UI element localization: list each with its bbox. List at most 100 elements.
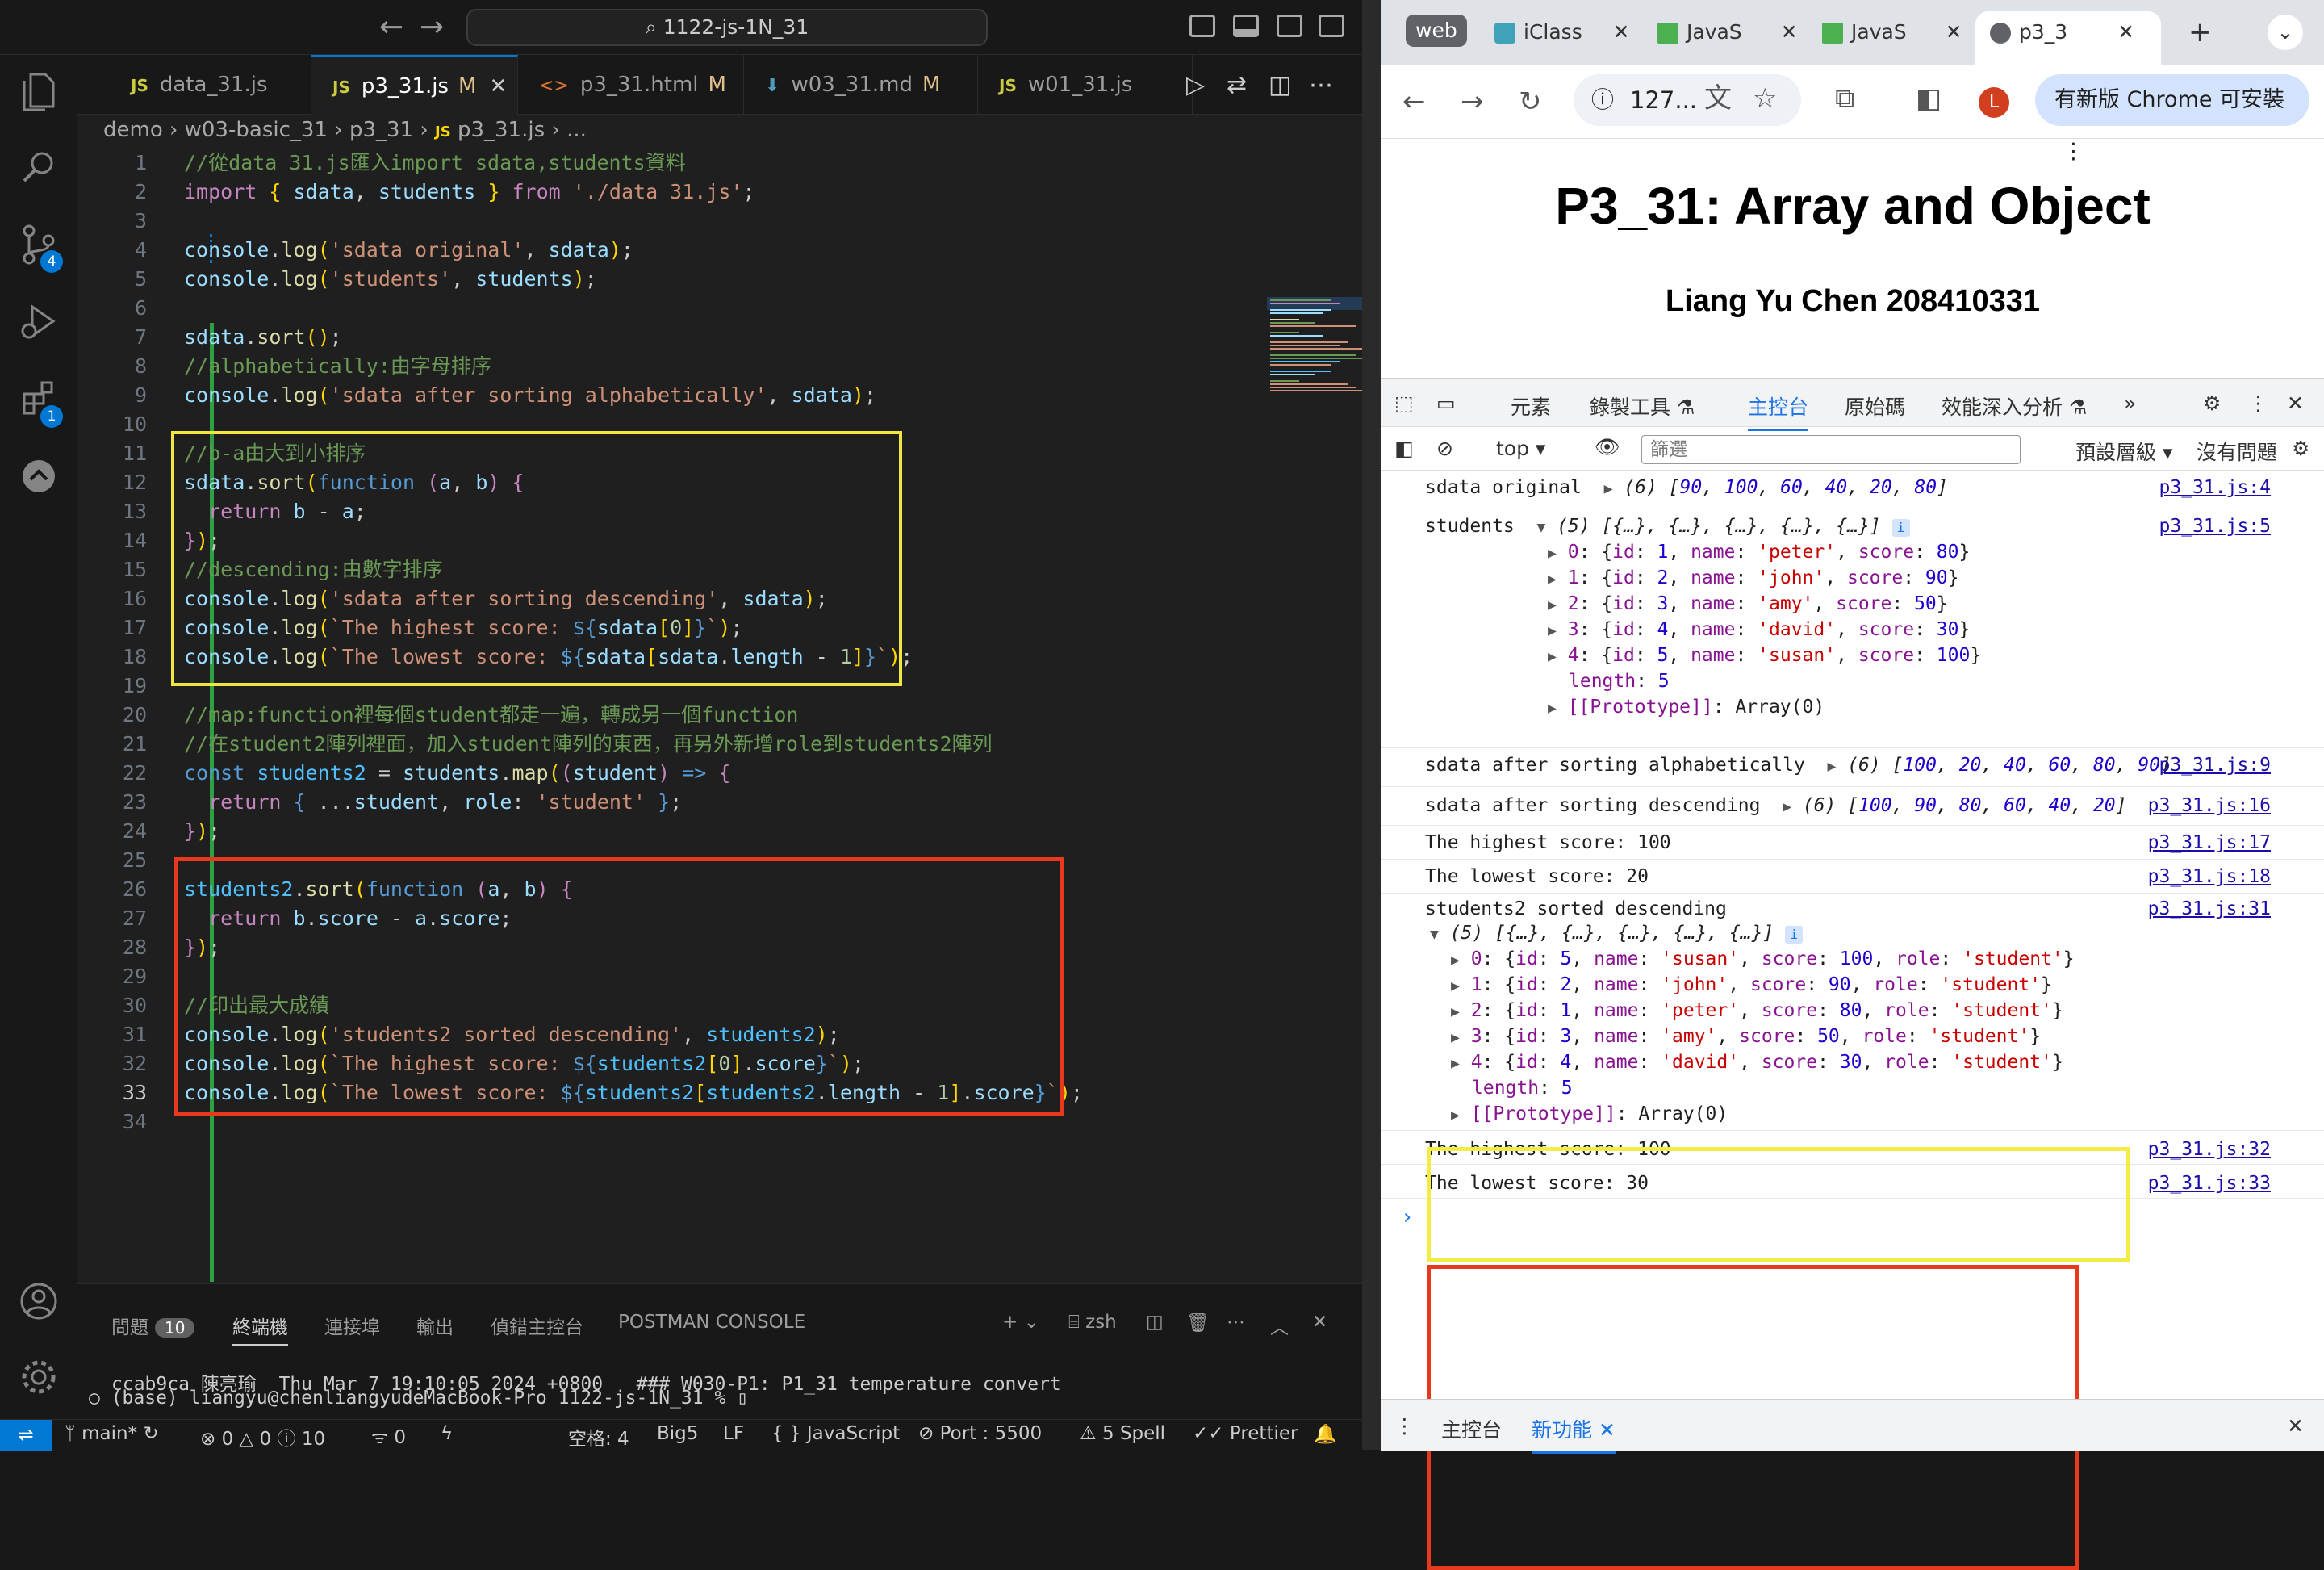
close-drawer-icon[interactable]: ✕ (2287, 1414, 2304, 1438)
source-link[interactable]: p3_31.js:32 (2148, 1139, 2271, 1160)
maximize-panel-icon[interactable]: ︿ (1270, 1312, 1289, 1339)
search-icon[interactable] (16, 149, 61, 194)
tab-p3-31[interactable]: p3_3 ✕ (1975, 11, 2161, 65)
command-center[interactable]: ⌕ 1122-js-1N_31 (466, 9, 988, 46)
extensions-icon[interactable]: 1 (16, 379, 63, 428)
source-link[interactable]: p3_31.js:17 (2148, 832, 2271, 853)
array-prototype[interactable]: ▶ [[Prototype]]: Array(0) (1548, 697, 1825, 718)
more-tabs-icon[interactable]: » (2124, 391, 2136, 415)
toggle-secondary-sidebar-icon[interactable] (1277, 15, 1302, 37)
inspect-element-icon[interactable]: ⬚ (1394, 391, 1414, 415)
array-entry[interactable]: ▶ 0: {id: 5, name: 'susan', score: 100, … (1451, 948, 2075, 969)
tab-w03-31-md[interactable]: ⬇ w03_31.md M (744, 55, 978, 115)
run-debug-icon[interactable] (16, 302, 61, 347)
ports-indicator[interactable]: ᯤ 0 (371, 1423, 406, 1449)
open-changes-icon[interactable]: ⇄ (1227, 71, 1247, 99)
breadcrumb-item[interactable]: p3_31 (349, 118, 413, 142)
trash-icon[interactable]: 🗑 (1186, 1312, 1210, 1333)
source-link[interactable]: p3_31.js:9 (2159, 755, 2271, 776)
array-entry[interactable]: ▶ 3: {id: 3, name: 'amy', score: 50, rol… (1451, 1026, 2041, 1047)
reload-icon[interactable]: ↻ (1519, 86, 1542, 118)
forward-arrow-icon[interactable]: → (420, 11, 444, 44)
console-settings-icon[interactable]: ⚙ (2292, 437, 2309, 460)
tab-performance-insights[interactable]: 效能深入分析 ⚗ (1942, 391, 2087, 421)
close-icon[interactable]: ✕ (489, 74, 507, 98)
source-link[interactable]: p3_31.js:16 (2148, 795, 2271, 816)
tab-sources[interactable]: 原始碼 (1845, 391, 1905, 421)
close-icon[interactable]: ✕ (2117, 20, 2134, 44)
issues-indicator[interactable]: 沒有問題 (2197, 437, 2277, 466)
log-levels-dropdown[interactable]: 預設層級 ▾ (2075, 437, 2173, 466)
tab-ports[interactable]: 連接埠 (324, 1312, 380, 1339)
more-actions-icon[interactable]: ⋯ (1309, 71, 1333, 99)
sidebar-toggle-icon[interactable]: ◧ (1394, 437, 1414, 460)
console-prompt-chevron-icon[interactable]: › (1401, 1205, 1414, 1229)
tab-console[interactable]: 主控台 (1748, 391, 1809, 431)
split-terminal-icon[interactable]: ◫ (1146, 1312, 1164, 1333)
language-indicator[interactable]: { } JavaScript (771, 1423, 900, 1444)
spell-indicator[interactable]: ⚠ 5 Spell (1080, 1423, 1165, 1444)
toggle-panel-icon[interactable] (1233, 15, 1259, 37)
console-filter-input[interactable]: 篩選 (1641, 435, 2021, 464)
array-prototype[interactable]: ▶ [[Prototype]]: Array(0) (1451, 1103, 1728, 1124)
explorer-icon[interactable] (16, 71, 61, 116)
tab-javascript-1[interactable]: JavaS ✕ (1657, 11, 1798, 65)
menu-kebab-icon[interactable]: ⋮ (2063, 139, 2084, 164)
source-link[interactable]: p3_31.js:5 (2159, 516, 2271, 537)
array-summary[interactable]: ▼ (5) [{…}, {…}, {…}, {…}, {…}] i (1430, 923, 1804, 944)
toggle-primary-sidebar-icon[interactable] (1189, 15, 1215, 37)
forward-arrow-icon[interactable]: → (1461, 86, 1484, 118)
array-entry[interactable]: ▶ 4: {id: 4, name: 'david', score: 30, r… (1451, 1052, 2063, 1073)
terminal-shell[interactable]: ⌸ zsh (1068, 1312, 1117, 1333)
indentation-indicator[interactable]: 空格: 4 (568, 1423, 629, 1451)
remote-indicator-icon[interactable]: ⇌ (0, 1420, 52, 1451)
array-entry[interactable]: ▶ 1: {id: 2, name: 'john', score: 90} (1548, 567, 1958, 588)
tab-postman-console[interactable]: POSTMAN CONSOLE (618, 1312, 805, 1333)
remote-explorer-icon[interactable] (16, 458, 61, 504)
tab-problems[interactable]: 問題 10 (111, 1312, 195, 1339)
translate-icon[interactable]: 文 (1704, 82, 1732, 115)
prettier-indicator[interactable]: ✓✓ Prettier (1193, 1423, 1298, 1444)
breadcrumb-item[interactable]: w03-basic_31 (185, 118, 328, 142)
tab-p3-31-js[interactable]: JS p3_31.js M ✕ (311, 55, 518, 115)
extensions-puzzle-icon[interactable]: ⧉ (1835, 82, 1854, 115)
site-info-icon[interactable]: ⓘ (1591, 74, 1614, 126)
menu-kebab-icon[interactable]: ⋮ (2248, 391, 2268, 415)
branch-indicator[interactable]: ᛘ main* ↻ (65, 1423, 159, 1444)
terminal-prompt[interactable]: ○ (base) liangyu@chenliangyudeMacBook-Pr… (89, 1388, 748, 1409)
close-devtools-icon[interactable]: ✕ (2287, 391, 2304, 415)
split-editor-icon[interactable]: ◫ (1269, 71, 1291, 99)
back-arrow-icon[interactable]: ← (1402, 86, 1426, 118)
array-entry[interactable]: ▶ 1: {id: 2, name: 'john', score: 90, ro… (1451, 974, 2052, 995)
source-link[interactable]: p3_31.js:33 (2148, 1173, 2271, 1194)
close-icon[interactable]: ✕ (1613, 20, 1630, 44)
breadcrumb-item[interactable]: p3_31.js (458, 118, 545, 142)
tab-output[interactable]: 輸出 (416, 1312, 454, 1339)
settings-gear-icon[interactable]: ⚙ (2203, 391, 2221, 415)
close-icon[interactable]: ✕ (1781, 20, 1798, 44)
source-link[interactable]: p3_31.js:4 (2159, 477, 2271, 498)
tab-search-icon[interactable]: ⌄ (2268, 15, 2303, 50)
tab-debug-console[interactable]: 偵錯主控台 (491, 1312, 583, 1339)
clear-console-icon[interactable]: ⊘ (1436, 437, 1453, 460)
problems-indicator[interactable]: ⊗ 0 △ 0 ⓘ 10 (200, 1423, 325, 1451)
close-icon[interactable]: ✕ (1946, 20, 1962, 44)
context-selector[interactable]: top ▾ (1496, 437, 1545, 460)
tab-javascript-2[interactable]: JavaS ✕ (1822, 11, 1962, 65)
new-terminal-icon[interactable]: + ⌄ (1002, 1312, 1039, 1333)
update-chrome-button[interactable]: 有新版 Chrome 可安裝 ⋮ (2035, 74, 2309, 164)
bookmark-star-icon[interactable]: ☆ (1753, 82, 1777, 115)
tab-p3-31-html[interactable]: <> p3_31.html M (518, 55, 744, 115)
tab-recorder[interactable]: 錄製工具 ⚗ (1590, 391, 1695, 421)
notifications-bell-icon[interactable]: 🔔 (1314, 1423, 1337, 1445)
array-entry[interactable]: ▶ 2: {id: 1, name: 'peter', score: 80, r… (1451, 1000, 2063, 1021)
device-toolbar-icon[interactable]: ▭ (1436, 391, 1456, 415)
tab-w01-31-js[interactable]: JS w01_31.js (978, 55, 1193, 115)
tab-iclass[interactable]: iClass ✕ (1494, 11, 1630, 65)
array-entry[interactable]: ▶ 4: {id: 5, name: 'susan', score: 100} (1548, 645, 1981, 666)
back-arrow-icon[interactable]: ← (379, 11, 403, 44)
tab-elements[interactable]: 元素 (1511, 391, 1551, 421)
tab-group-web[interactable]: web (1406, 15, 1467, 47)
new-tab-icon[interactable]: + (2188, 11, 2212, 65)
drawer-tab-console[interactable]: 主控台 (1441, 1414, 1502, 1443)
